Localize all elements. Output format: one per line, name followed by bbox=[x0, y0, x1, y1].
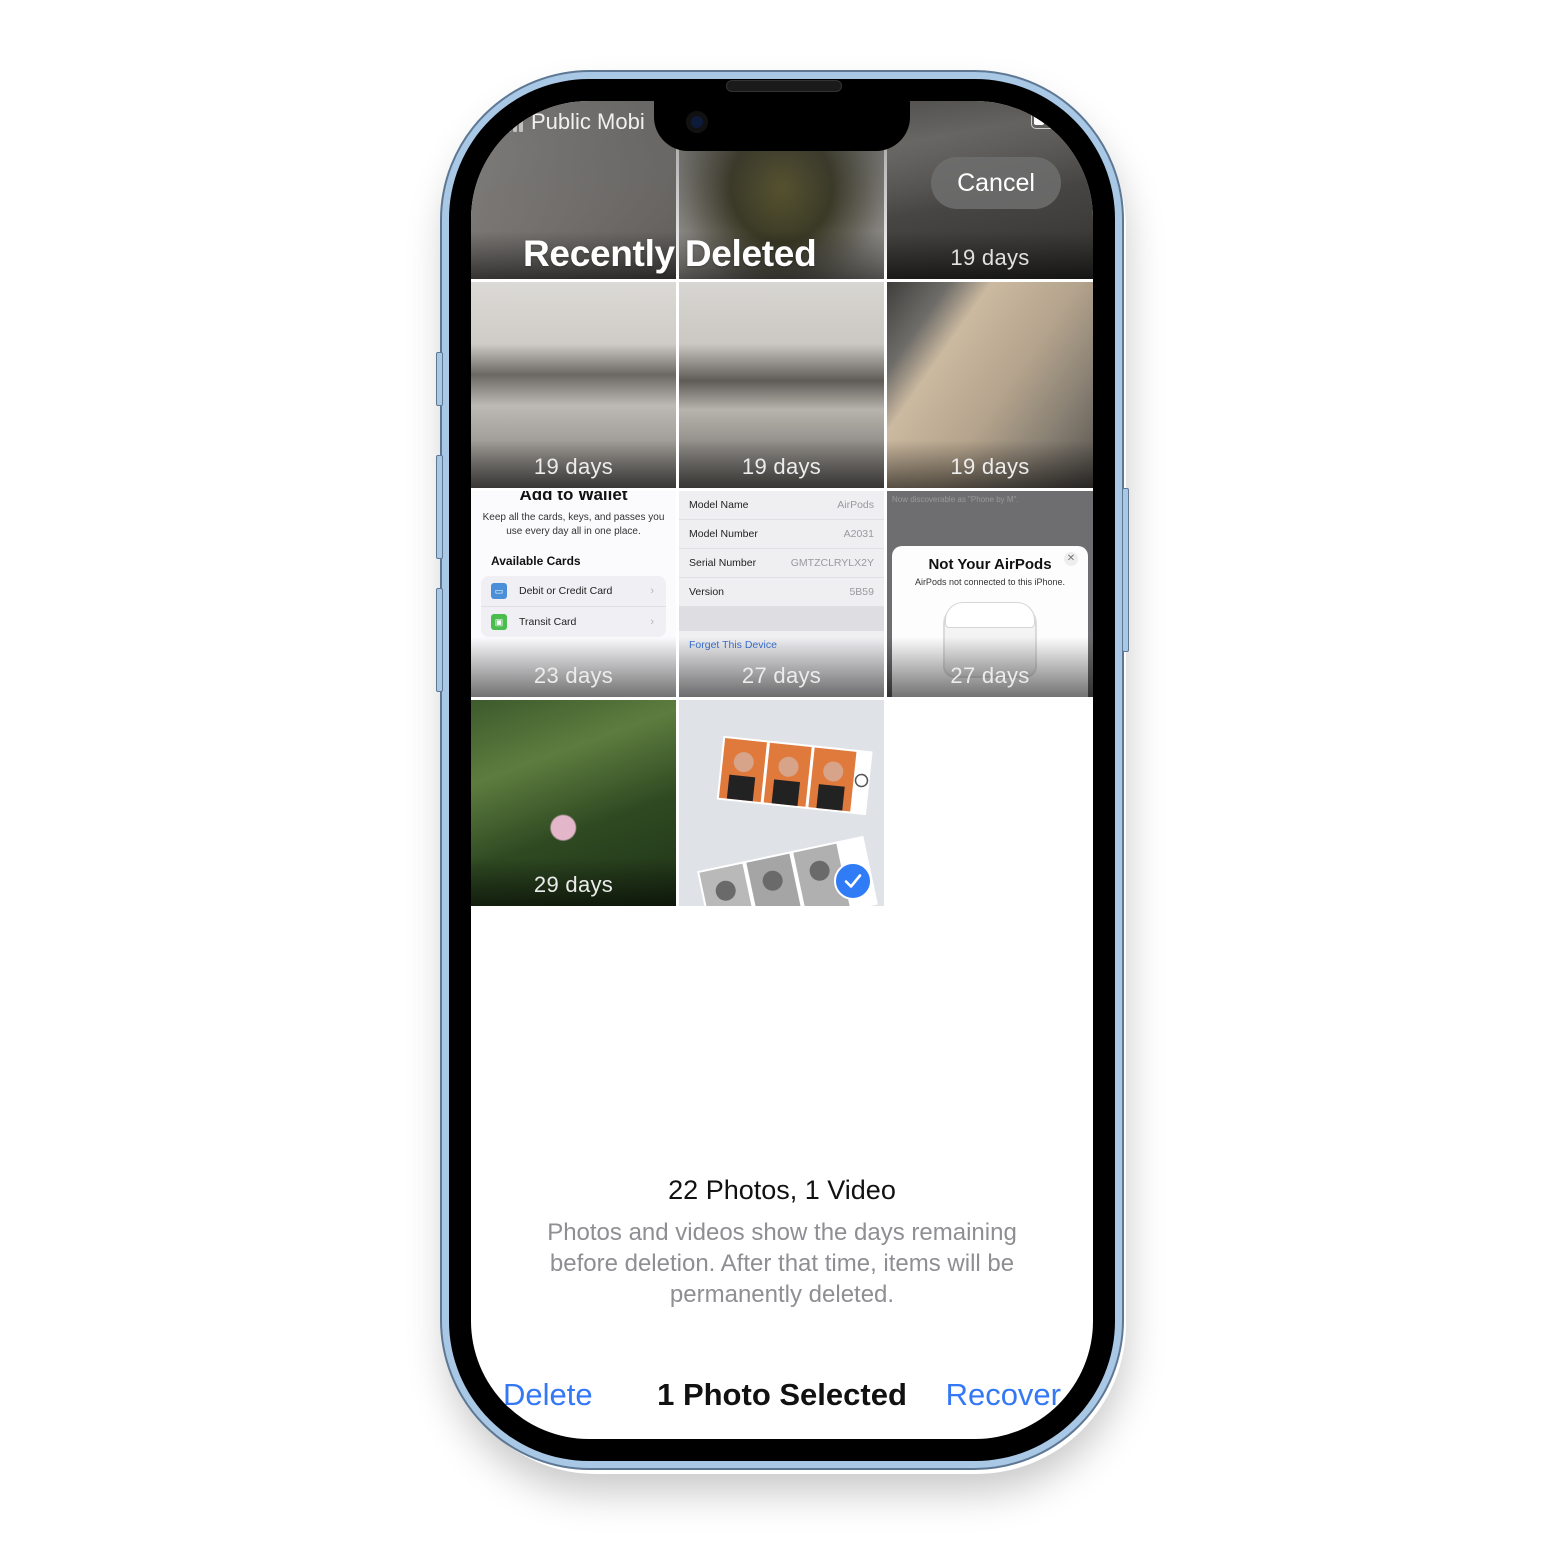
selected-checkmark-icon bbox=[834, 862, 872, 900]
wallet-card-item: ▭ Debit or Credit Card › bbox=[481, 576, 666, 606]
volume-down-button bbox=[436, 588, 443, 692]
photo-tile[interactable]: 29 days bbox=[471, 700, 676, 906]
close-icon: ✕ bbox=[1064, 552, 1078, 566]
days-remaining: 19 days bbox=[741, 454, 822, 479]
wallet-card-list: ▭ Debit or Credit Card › ▣ Transit Card … bbox=[481, 576, 666, 637]
photo-tile-wallet-screenshot[interactable]: Add to Wallet Keep all the cards, keys, … bbox=[471, 491, 676, 697]
popup-title: Not Your AirPods bbox=[928, 556, 1052, 573]
photo-tile-not-your-airpods-screenshot[interactable]: Now discoverable as "Phone by M". ✕ Not … bbox=[887, 491, 1093, 697]
photo-grid: 19 days 19 days 19 days 19 days Add to W… bbox=[471, 101, 1093, 906]
train-icon: ▣ bbox=[491, 614, 507, 630]
power-button bbox=[1122, 488, 1129, 652]
earpiece-speaker bbox=[726, 80, 842, 92]
status-bar-carrier: Public Mobi bbox=[501, 109, 645, 135]
wallet-description: Keep all the cards, keys, and passes you… bbox=[482, 512, 665, 537]
photo-tile-selected[interactable] bbox=[679, 700, 884, 906]
wallet-card-item: ▣ Transit Card › bbox=[481, 606, 666, 637]
info-row: Model Number A2031 bbox=[679, 520, 884, 549]
days-remaining: 27 days bbox=[950, 663, 1030, 688]
bluetooth-discoverable-text: Now discoverable as "Phone by M". bbox=[892, 495, 1019, 504]
days-remaining: 27 days bbox=[741, 663, 822, 688]
notch bbox=[654, 101, 910, 151]
bottom-toolbar: Delete 1 Photo Selected Recover bbox=[471, 1373, 1093, 1423]
days-remaining: 29 days bbox=[533, 872, 614, 897]
deletion-explanation: Photos and videos show the days remainin… bbox=[547, 1219, 1017, 1308]
credit-card-icon: ▭ bbox=[491, 583, 507, 599]
wallet-title: Add to Wallet bbox=[519, 491, 628, 504]
days-remaining: 19 days bbox=[950, 454, 1030, 479]
volume-up-button bbox=[436, 455, 443, 559]
signal-bars-icon bbox=[501, 112, 523, 132]
recover-button[interactable]: Recover bbox=[946, 1377, 1061, 1413]
popup-subtitle: AirPods not connected to this iPhone. bbox=[914, 577, 1066, 587]
days-remaining: 19 days bbox=[950, 245, 1030, 270]
photo-tile[interactable]: 19 days bbox=[679, 282, 884, 488]
action-button bbox=[436, 352, 443, 406]
chevron-right-icon: › bbox=[650, 585, 654, 597]
battery-icon bbox=[1031, 111, 1065, 129]
wallet-heading: Available Cards bbox=[491, 554, 581, 568]
item-count: 22 Photos, 1 Video bbox=[668, 1175, 896, 1205]
screen: 19 days 19 days 19 days 19 days Add to W… bbox=[471, 101, 1093, 1439]
photo-tile[interactable]: 19 days bbox=[887, 282, 1093, 488]
photo-tile[interactable]: 19 days bbox=[471, 282, 676, 488]
days-remaining: 19 days bbox=[533, 454, 614, 479]
days-remaining: 23 days bbox=[533, 663, 614, 688]
page-title: Recently Deleted bbox=[523, 233, 817, 274]
info-row: Model Name AirPods bbox=[679, 491, 884, 520]
info-row: Version 5B59 bbox=[679, 578, 884, 607]
info-row: Serial Number GMTZCLRYLX2Y bbox=[679, 549, 884, 578]
chevron-right-icon: › bbox=[650, 616, 654, 628]
photo-tile-airpods-info-screenshot[interactable]: Model Name AirPods Model Number A2031 Seri… bbox=[679, 491, 884, 697]
front-camera bbox=[686, 111, 708, 133]
delete-button[interactable]: Delete bbox=[503, 1377, 593, 1413]
cancel-button[interactable]: Cancel bbox=[931, 157, 1061, 209]
